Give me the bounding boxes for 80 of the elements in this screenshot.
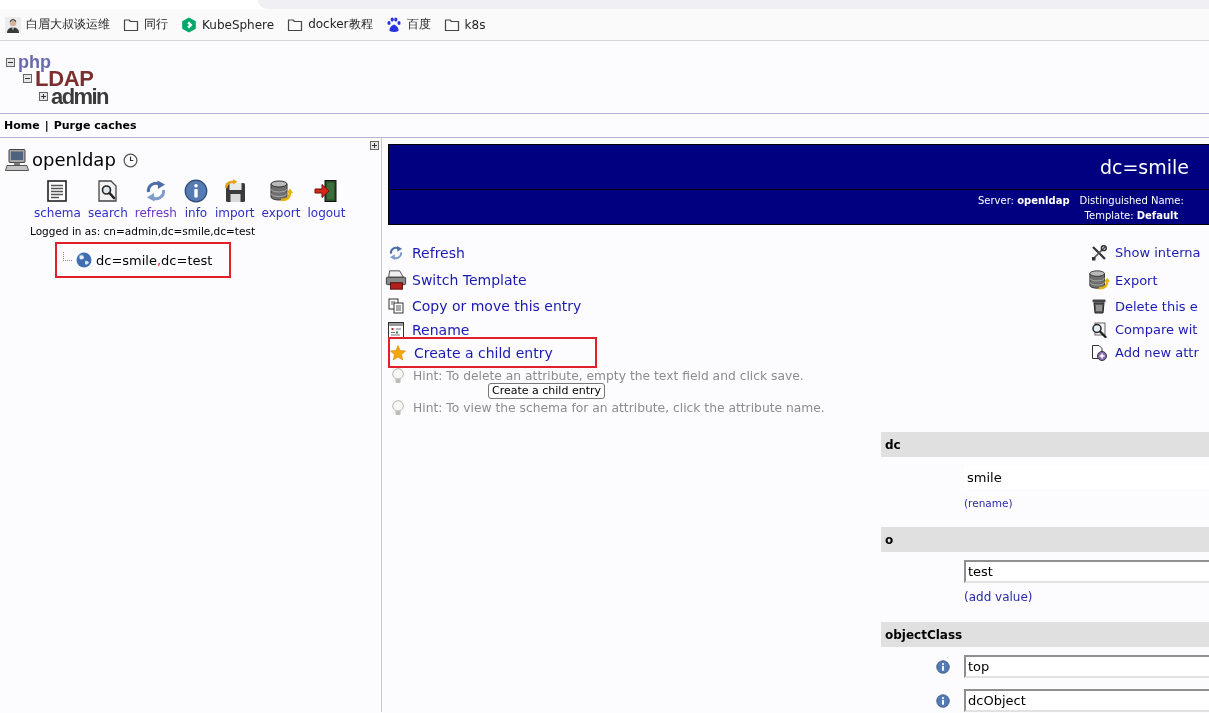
printer-icon: [385, 269, 407, 291]
hint-text: Hint: To delete an attribute, empty the text field and click save.: [413, 368, 804, 383]
add-document-icon: [1091, 344, 1107, 361]
server-name: openldap: [32, 149, 116, 171]
value-input[interactable]: top: [964, 655, 1209, 678]
attribute-name[interactable]: objectClass: [881, 622, 1209, 647]
paw-icon: [385, 16, 402, 33]
action-link[interactable]: Export: [1089, 267, 1160, 293]
bookmark[interactable]: 白眉大叔谈运维: [5, 16, 110, 33]
plus-box-icon[interactable]: [370, 141, 379, 150]
search-icon: [95, 179, 120, 203]
info-icon[interactable]: [936, 693, 950, 708]
attribute-name[interactable]: o: [881, 527, 1209, 552]
toolbar-link[interactable]: search: [87, 179, 128, 220]
bookmark[interactable]: KubeSphere: [181, 16, 275, 33]
minus-box-icon: [23, 74, 32, 83]
toolbar-link[interactable]: refresh: [134, 179, 177, 220]
tools-icon: [1091, 244, 1107, 261]
folder-icon: [287, 16, 304, 33]
nav-link[interactable]: Home: [4, 119, 40, 132]
database-icon: [1088, 269, 1110, 291]
person-icon: [5, 16, 21, 33]
document-icon: [45, 179, 70, 203]
computer-icon: [5, 148, 29, 172]
action-link[interactable]: Create a child entry: [388, 337, 597, 368]
toolbar-link[interactable]: logout: [307, 179, 346, 220]
bookmark[interactable]: 百度: [385, 16, 431, 33]
value-input[interactable]: test: [964, 560, 1209, 583]
toolbar-link[interactable]: info: [183, 179, 208, 220]
bookmark[interactable]: k8s: [443, 16, 486, 33]
hint-text: Hint: To view the schema for an attribute, click the attribute name.: [413, 400, 825, 415]
magnifier-icon: [1091, 321, 1107, 338]
attribute-name[interactable]: dc: [881, 432, 1209, 457]
nav-separator: |: [44, 119, 49, 132]
action-link[interactable]: Compare wit: [1089, 319, 1200, 340]
trash-icon: [1091, 298, 1107, 314]
toolbar-link[interactable]: import: [214, 179, 255, 220]
action-link[interactable]: Refresh: [386, 242, 467, 263]
action-link[interactable]: Copy or move this entry: [386, 296, 584, 316]
bookmark[interactable]: docker教程: [287, 16, 373, 33]
form-icon: [388, 321, 404, 338]
lightbulb-icon: [390, 367, 406, 384]
copy-icon: [388, 298, 404, 314]
attribute-link[interactable]: (add value): [964, 590, 1033, 605]
tree-entry-link[interactable]: dc=smile,dc=test: [55, 242, 231, 278]
bookmark[interactable]: 同行: [123, 16, 168, 33]
refresh-icon: [388, 244, 404, 261]
action-link[interactable]: Rename: [386, 319, 472, 340]
star-icon: [390, 344, 406, 361]
action-link[interactable]: Switch Template: [386, 267, 529, 293]
template-info: Template: Default: [1083, 209, 1180, 223]
globe-icon: [76, 252, 92, 268]
action-link[interactable]: Add new attr: [1089, 342, 1201, 363]
entry-title: dc=smile: [1099, 156, 1189, 178]
info-icon[interactable]: [936, 659, 950, 674]
value-input[interactable]: dcObject: [964, 689, 1209, 712]
database-icon: [269, 179, 293, 203]
toolbar-link[interactable]: export: [261, 179, 301, 220]
clock-icon[interactable]: [122, 152, 138, 168]
folder-icon: [443, 16, 460, 33]
tooltip: Create a child entry: [488, 383, 605, 399]
floppy-icon: [222, 179, 247, 203]
attribute-link[interactable]: (rename): [964, 496, 1013, 510]
action-link[interactable]: Delete this e: [1089, 296, 1200, 316]
minus-box-icon: [6, 58, 15, 67]
server-info: Server: openldap: [978, 194, 1070, 208]
info-icon: [183, 179, 208, 203]
logo-text: php: [18, 55, 51, 70]
dn-label: Distinguished Name:: [1079, 194, 1184, 208]
toolbar-link[interactable]: schema: [34, 179, 81, 220]
lightbulb-icon: [390, 399, 406, 416]
folder-icon: [123, 16, 139, 33]
hexagon-logo-icon: [181, 16, 197, 33]
logout-icon: [314, 179, 339, 203]
login-status: Logged in as: cn=admin,dc=smile,dc=test: [30, 225, 255, 237]
logo-text: LDAP: [35, 70, 94, 87]
plus-box-icon: [39, 92, 48, 101]
action-link[interactable]: Show interna: [1089, 242, 1203, 263]
nav-link[interactable]: Purge caches: [53, 119, 137, 132]
logo-text: admin: [51, 87, 108, 106]
